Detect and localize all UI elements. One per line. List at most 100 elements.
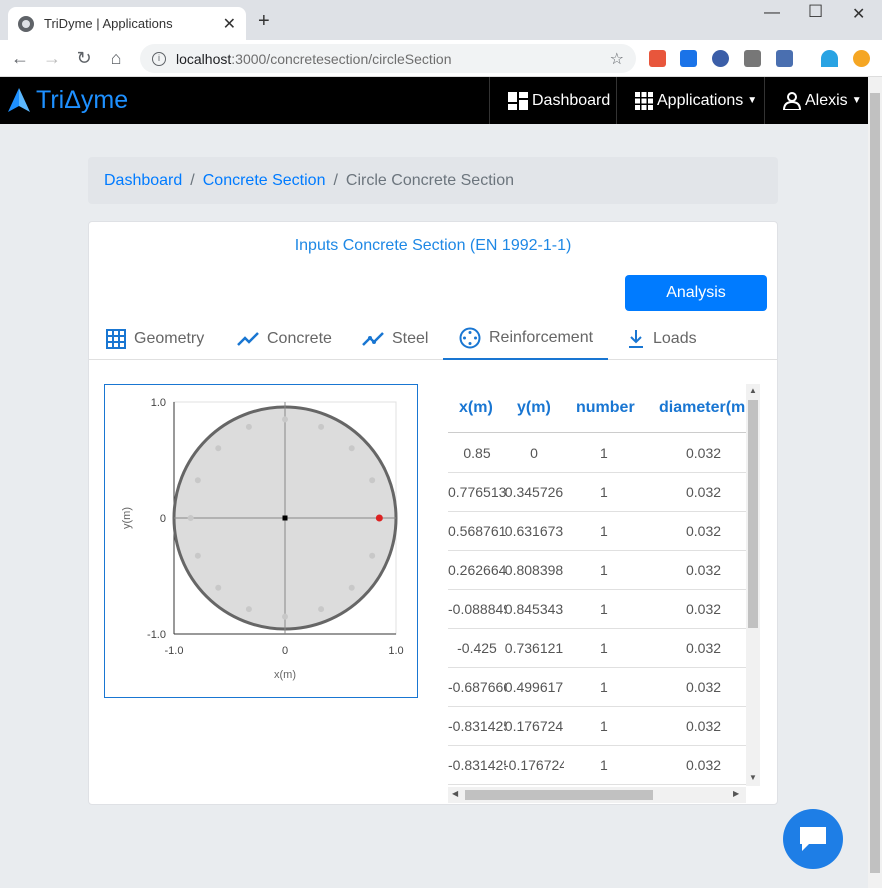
analysis-button[interactable]: Analysis — [625, 275, 767, 311]
rebar-point[interactable] — [282, 416, 288, 423]
extension-icon[interactable] — [853, 50, 870, 67]
table-cell[interactable]: 0.032 — [686, 445, 726, 461]
table-scrollbar-thumb[interactable] — [748, 400, 758, 628]
table-cell[interactable]: 1 — [600, 679, 630, 695]
table-row[interactable]: -0.831425 0.176724 1 0.032 — [448, 707, 746, 746]
table-cell[interactable]: -0.687666 — [448, 679, 506, 695]
rebar-point[interactable] — [194, 477, 201, 484]
table-cell[interactable]: 1 — [600, 757, 630, 773]
scroll-left-icon[interactable]: ◀ — [452, 789, 458, 798]
table-horizontal-scrollbar[interactable]: ◀ ▶ — [448, 787, 746, 803]
address-bar[interactable]: i localhost:3000/concretesection/circleS… — [140, 44, 636, 73]
table-cell[interactable]: 0.345726 — [504, 484, 564, 500]
table-row[interactable]: 0.262664 0.808398 1 0.032 — [448, 551, 746, 590]
table-row[interactable]: 0.568761 0.631673 1 0.032 — [448, 512, 746, 551]
table-cell[interactable]: 0.568761 — [448, 523, 506, 539]
table-cell[interactable]: -0.176724 — [504, 757, 564, 773]
chat-button[interactable] — [783, 809, 843, 869]
table-vertical-scrollbar[interactable]: ▲ ▼ — [746, 384, 760, 786]
brand-logo[interactable]: TriΔyme — [6, 86, 128, 115]
table-cell[interactable]: -0.831425 — [448, 757, 506, 773]
table-cell[interactable]: -0.088849 — [448, 601, 506, 617]
table-row[interactable]: -0.831425 -0.176724 1 0.032 — [448, 746, 746, 785]
home-icon[interactable]: ⌂ — [106, 48, 126, 69]
browser-tab[interactable]: TriDyme | Applications ✕ — [8, 7, 246, 40]
info-icon[interactable]: i — [152, 51, 166, 66]
table-cell[interactable]: 0.631673 — [504, 523, 564, 539]
page-scrollbar-thumb[interactable] — [870, 93, 880, 873]
maximize-icon[interactable]: ☐ — [808, 2, 823, 22]
back-icon[interactable]: ← — [10, 48, 30, 69]
rebar-point[interactable] — [348, 445, 355, 452]
tab-steel[interactable]: Steel — [362, 318, 428, 360]
table-cell[interactable]: 0.032 — [686, 562, 726, 578]
column-header[interactable]: diameter(m — [659, 399, 746, 417]
new-tab-icon[interactable]: + — [258, 10, 270, 33]
breadcrumb-dashboard[interactable]: Dashboard — [104, 172, 182, 190]
breadcrumb-concrete-section[interactable]: Concrete Section — [203, 172, 326, 190]
rebar-point[interactable] — [245, 423, 252, 430]
tab-loads[interactable]: Loads — [627, 318, 697, 360]
table-cell[interactable]: 0.032 — [686, 757, 726, 773]
rebar-point[interactable] — [215, 445, 222, 452]
table-row[interactable]: 0.85 0 1 0.032 — [448, 434, 746, 473]
table-row[interactable]: -0.425 0.736121 1 0.032 — [448, 629, 746, 668]
rebar-point[interactable] — [369, 552, 376, 559]
scroll-down-icon[interactable]: ▼ — [746, 773, 760, 782]
bookmark-star-icon[interactable]: ☆ — [610, 49, 624, 69]
table-cell[interactable]: 1 — [600, 718, 630, 734]
rebar-point[interactable] — [245, 606, 252, 613]
extension-icon[interactable] — [712, 50, 729, 67]
table-cell[interactable]: 1 — [600, 484, 630, 500]
table-cell[interactable]: 0.808398 — [504, 562, 564, 578]
rebar-point[interactable] — [369, 477, 376, 484]
reload-icon[interactable]: ↻ — [74, 48, 94, 69]
extension-icon[interactable] — [821, 50, 838, 67]
table-cell[interactable]: 0.032 — [686, 523, 726, 539]
rebar-point[interactable] — [348, 584, 355, 591]
column-header[interactable]: x(m) — [459, 399, 493, 417]
tab-reinforcement[interactable]: Reinforcement — [443, 318, 608, 360]
table-cell[interactable]: 0 — [504, 445, 564, 461]
table-cell[interactable]: 0.776513 — [448, 484, 506, 500]
table-row[interactable]: -0.687666 0.499617 1 0.032 — [448, 668, 746, 707]
table-cell[interactable]: 1 — [600, 601, 630, 617]
table-cell[interactable]: 0.262664 — [448, 562, 506, 578]
tab-concrete[interactable]: Concrete — [237, 318, 332, 360]
table-cell[interactable]: 1 — [600, 523, 630, 539]
table-cell[interactable]: 0.032 — [686, 679, 726, 695]
close-icon[interactable]: ✕ — [223, 14, 236, 34]
extension-icon[interactable] — [744, 50, 761, 67]
table-cell[interactable]: 0.736121 — [504, 640, 564, 656]
table-cell[interactable]: 0.176724 — [504, 718, 564, 734]
table-cell[interactable]: 0.845343 — [504, 601, 564, 617]
rebar-point[interactable] — [187, 515, 194, 521]
forward-icon[interactable]: → — [42, 48, 62, 69]
scroll-up-icon[interactable]: ▲ — [746, 386, 760, 395]
table-cell[interactable]: -0.831425 — [448, 718, 506, 734]
rebar-point[interactable] — [215, 584, 222, 591]
column-header[interactable]: number — [576, 399, 635, 417]
table-cell[interactable]: 0.499617 — [504, 679, 564, 695]
window-close-icon[interactable]: ✕ — [852, 4, 865, 24]
extension-icon[interactable] — [680, 50, 697, 67]
rebar-point[interactable] — [318, 606, 325, 613]
table-hscrollbar-thumb[interactable] — [465, 790, 653, 800]
minimize-icon[interactable]: — — [764, 4, 780, 22]
table-cell[interactable]: 0.032 — [686, 601, 726, 617]
tab-geometry[interactable]: Geometry — [106, 318, 204, 360]
table-cell[interactable]: 0.032 — [686, 640, 726, 656]
page-scrollbar[interactable] — [868, 77, 882, 888]
table-cell[interactable]: 0.032 — [686, 484, 726, 500]
rebar-point[interactable] — [194, 552, 201, 559]
table-cell[interactable]: -0.425 — [448, 640, 506, 656]
selected-bar[interactable] — [375, 514, 383, 522]
table-cell[interactable]: 0.85 — [448, 445, 506, 461]
rebar-point[interactable] — [318, 423, 325, 430]
table-cell[interactable]: 1 — [600, 562, 630, 578]
rebar-point[interactable] — [282, 613, 288, 620]
nav-dashboard[interactable]: Dashboard — [489, 77, 620, 124]
nav-user[interactable]: Alexis ▼ — [764, 77, 872, 124]
table-cell[interactable]: 1 — [600, 640, 630, 656]
table-cell[interactable]: 0.032 — [686, 718, 726, 734]
